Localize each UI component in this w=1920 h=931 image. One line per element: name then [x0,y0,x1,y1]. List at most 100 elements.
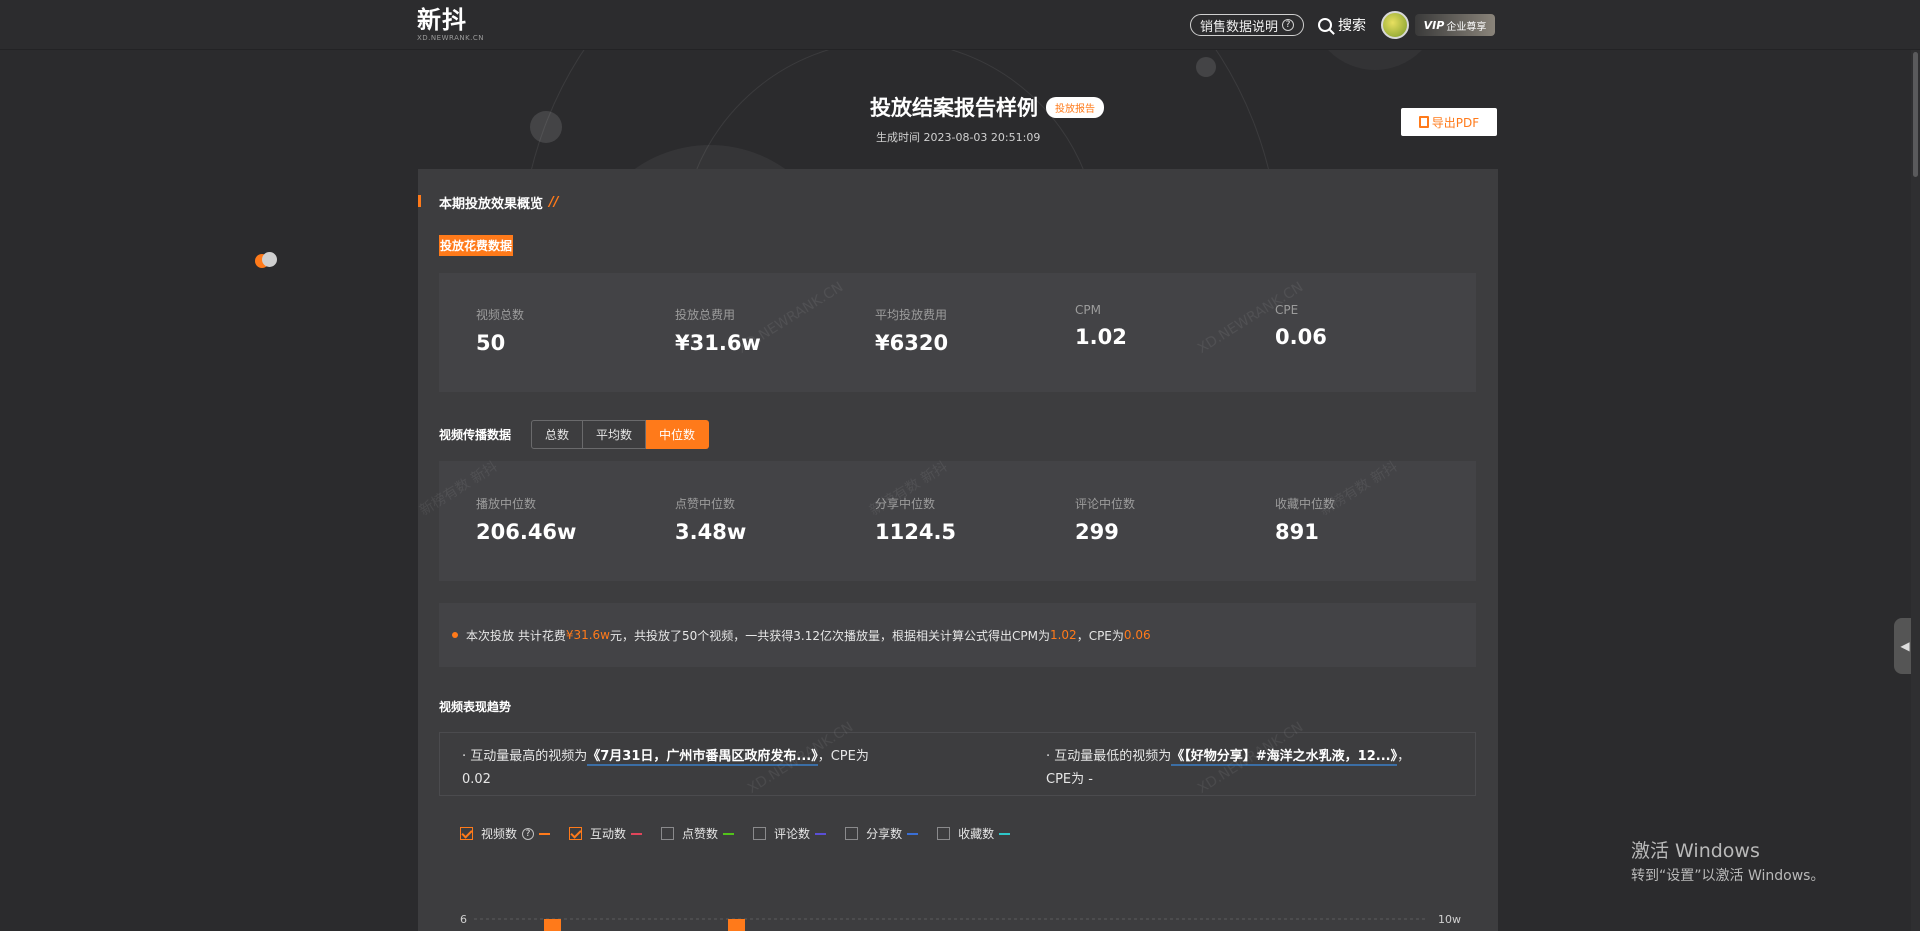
sales-data-help-button[interactable]: 销售数据说明 ? [1190,14,1305,36]
trend-text: ， [1397,749,1411,764]
legend-item-comments[interactable]: 评论数 [753,825,827,842]
vip-mark: VIP [1423,18,1445,32]
spread-data-label: 视频传播数据 [439,428,512,442]
tab-total[interactable]: 总数 [531,420,584,449]
nav-right: 销售数据说明 ? 搜索 VIP 企业尊享 [1190,11,1496,39]
document-icon [1418,116,1429,128]
metric-label: CPM [1075,303,1101,317]
vip-badge[interactable]: VIP 企业尊享 [1415,14,1496,36]
metric-value: 50 [476,331,506,355]
question-icon: ? [1282,19,1295,31]
summary-part: 本次投放 共计花费 [466,628,566,643]
metric-label: 点赞中位数 [675,497,736,511]
trend-cpe: 0.02 [462,772,491,787]
legend-label: 点赞数 [682,827,719,841]
legend-item-likes[interactable]: 点赞数 [661,825,735,842]
chart-bar[interactable] [544,919,561,931]
legend-item-interactions[interactable]: 互动数 [569,825,643,842]
y-axis-right-tick: 10w [1438,913,1461,926]
avatar[interactable] [1381,11,1410,39]
checkbox[interactable] [569,827,583,840]
metric-cpe: CPE 0.06 [1275,303,1327,349]
checkbox[interactable] [460,827,473,840]
metric-value: 3.48w [675,520,747,544]
metric-value: 891 [1275,520,1319,544]
search-icon [1318,18,1333,32]
summary-text: 本次投放 共计花费 ¥31.6w 元，共投放了50个视频，一共获得3.12亿次播… [439,603,1476,667]
legend-line-swatch [999,832,1011,835]
slash-decoration: // [549,195,559,210]
legend-item-video-count[interactable]: 视频数 ? [460,825,551,842]
report-type-badge: 投放报告 [1046,96,1104,118]
floating-dot [262,252,277,267]
legend-line-swatch [815,832,827,835]
summary-cpe: 0.06 [1123,628,1151,642]
metric-comment-median: 评论中位数 299 [1075,495,1135,544]
metric-cpm: CPM 1.02 [1075,303,1127,349]
metric-play-median: 播放中位数 206.46w [476,495,576,544]
section-title-text: 本期投放效果概览 [439,197,544,212]
legend-line-swatch [723,832,735,835]
checkbox[interactable] [937,827,951,840]
export-pdf-label: 导出PDF [1431,115,1480,130]
checkbox[interactable] [845,827,859,840]
summary-cpm: 1.02 [1049,628,1077,642]
trend-chart: 6 10w [460,913,1461,931]
logo[interactable]: 新抖 XD.NEWRANK.CN [417,6,484,42]
scrollbar-thumb[interactable] [1913,52,1918,177]
legend-item-shares[interactable]: 分享数 [845,825,919,842]
report-header: 投放结案报告样例 投放报告 [870,92,1104,122]
summary-part: 元，共投放了50个视频，一共获得3.12亿次播放量，根据相关计算公式得出CPM为 [610,628,1050,643]
metric-value: 299 [1075,520,1119,544]
checkbox[interactable] [753,827,767,840]
cost-metrics-card: 视频总数 50 投放总费用 ¥31.6w 平均投放费用 ¥6320 CPM 1.… [439,273,1476,392]
activation-hint: 转到“设置”以激活 Windows。 [1631,868,1825,884]
background-circle [530,111,562,143]
checkbox[interactable] [661,827,675,840]
tab-median[interactable]: 中位数 [646,420,710,449]
search-label: 搜索 [1338,18,1367,34]
legend-label: 分享数 [866,827,903,841]
trend-highlights: · 互动量最高的视频为《7月31日，广州市番禺区政府发布...》，CPE为 0.… [439,732,1476,796]
legend-label: 互动数 [590,827,627,841]
metric-value: 1.02 [1075,325,1127,349]
metric-label: 投放总费用 [675,308,736,322]
cost-data-heading: 投放花费数据 [439,235,514,256]
trend-text: · 互动量最低的视频为 [1046,749,1172,764]
legend-label: 收藏数 [958,827,995,841]
y-axis-left-tick: 6 [460,913,467,926]
metric-value: ¥6320 [875,331,949,355]
metric-label: 评论中位数 [1075,497,1136,511]
spread-data-row: 视频传播数据 总数 平均数 中位数 [439,420,710,449]
question-icon[interactable]: ? [522,827,535,840]
windows-activation-notice: 激活 Windows 转到“设置”以激活 Windows。 [1631,836,1824,885]
highest-interaction-video: · 互动量最高的视频为《7月31日，广州市番禺区政府发布...》，CPE为 0.… [462,745,902,791]
trend-title: 视频表现趋势 [439,700,512,714]
legend-label: 评论数 [774,827,811,841]
background-circle [1196,57,1216,77]
chart-legend: 视频数 ? 互动数 点赞数 评论数 分享数 收藏数 [460,825,1029,842]
chart-bar[interactable] [728,919,745,931]
report-panel: 本期投放效果概览 // 投放花费数据 视频总数 50 投放总费用 ¥31.6w … [418,169,1498,931]
legend-item-collects[interactable]: 收藏数 [937,825,1011,842]
metric-label: 视频总数 [476,308,525,322]
summary-cost: ¥31.6w [565,628,610,642]
lowest-video-link[interactable]: 《【好物分享】#海洋之水乳液，12...》 [1171,749,1398,766]
page-title: 投放结案报告样例 [870,96,1038,120]
activation-title: 激活 Windows [1631,840,1760,862]
trend-text: · 互动量最高的视频为 [462,749,588,764]
top-navbar: 新抖 XD.NEWRANK.CN 销售数据说明 ? 搜索 VIP 企业尊享 [0,0,1920,50]
trend-cpe: CPE为 - [1046,772,1093,787]
legend-line-swatch [631,832,643,835]
scrollbar[interactable] [1911,50,1920,931]
generated-time: 生成时间 2023-08-03 20:51:09 [876,131,1041,144]
metric-label: 播放中位数 [476,497,537,511]
export-pdf-button[interactable]: 导出PDF [1401,108,1497,136]
logo-subtitle: XD.NEWRANK.CN [417,34,485,42]
bullet-dot [452,632,458,638]
metric-label: 平均投放费用 [875,308,948,322]
search-button[interactable]: 搜索 [1318,15,1366,35]
metric-value: 206.46w [476,520,577,544]
summary-part: ，CPE为 [1076,628,1124,643]
tab-average[interactable]: 平均数 [583,420,647,449]
